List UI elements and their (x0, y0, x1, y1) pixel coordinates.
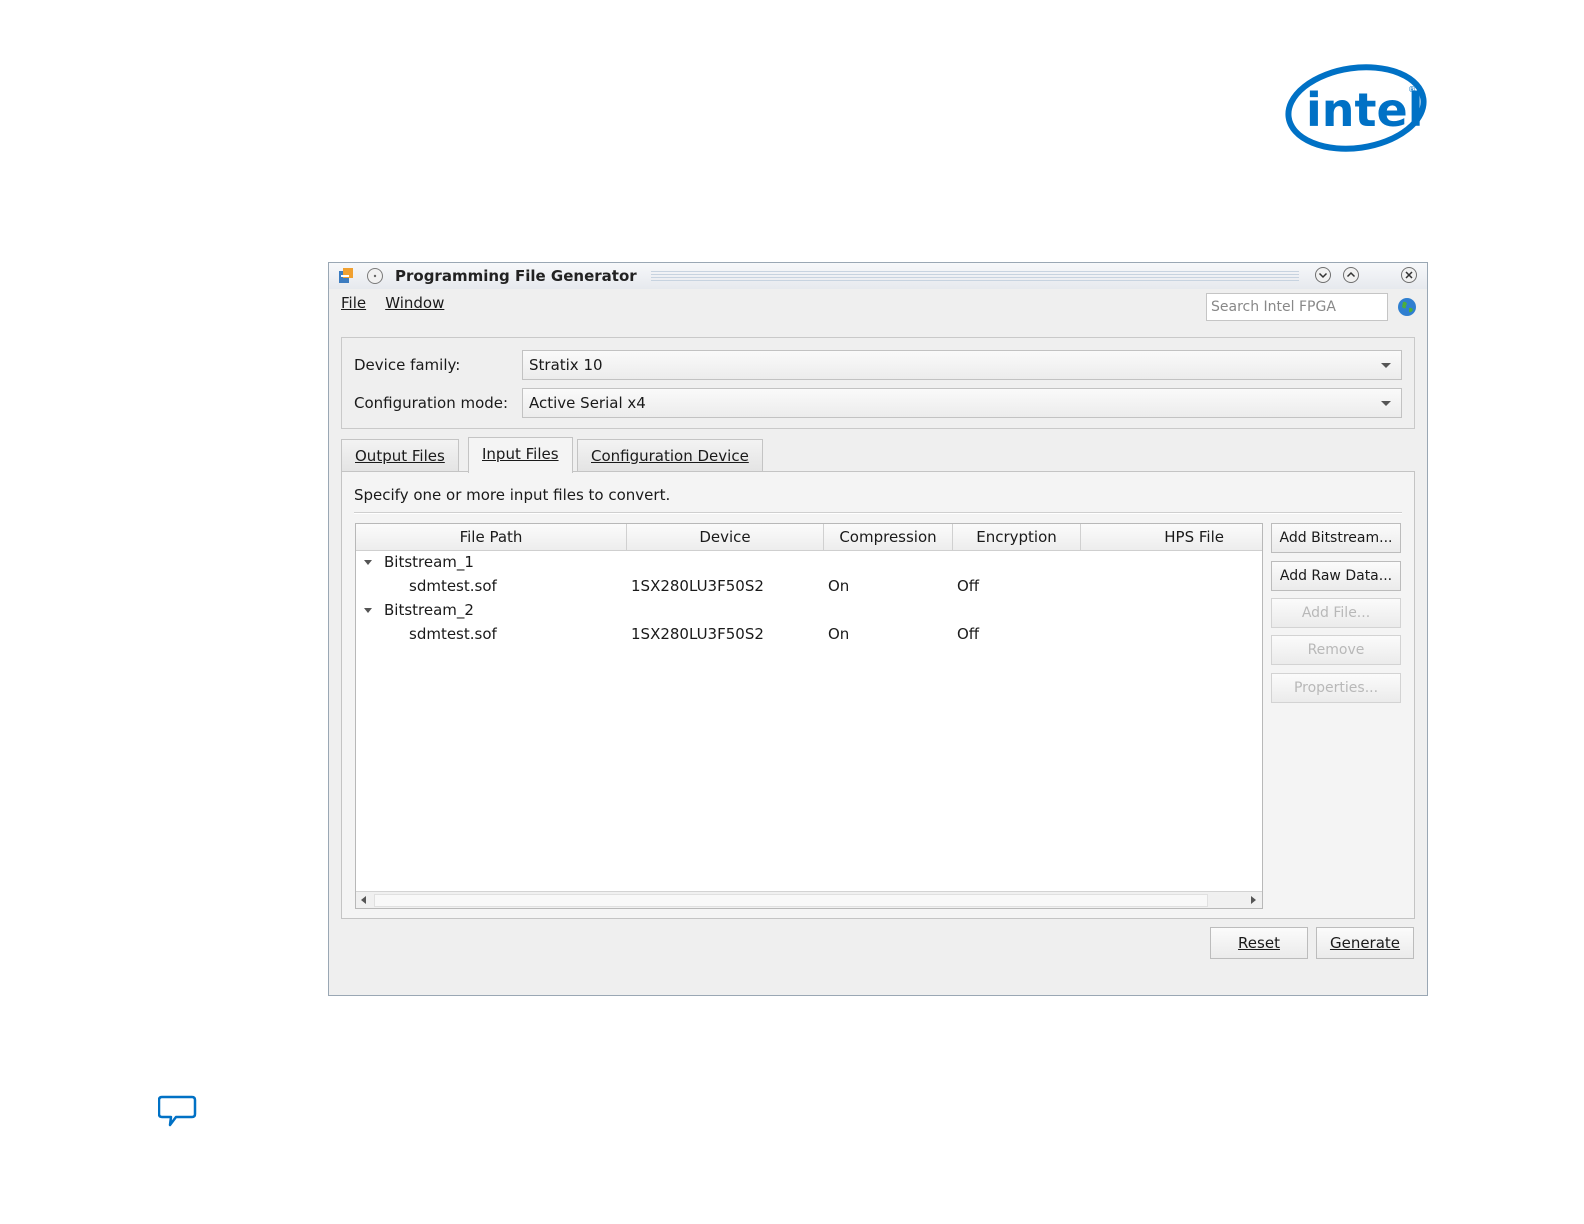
tree-row-file[interactable]: sdmtest.sof 1SX280LU3F50S2 On Off (356, 623, 1262, 647)
reset-button-label: Reset (1238, 934, 1280, 952)
add-file-button[interactable]: Add File... (1271, 598, 1401, 628)
minimize-icon[interactable] (1314, 266, 1332, 284)
svg-text:®: ® (1408, 85, 1416, 94)
device-family-select[interactable]: Stratix 10 (522, 350, 1402, 380)
generate-button[interactable]: Generate (1316, 927, 1414, 959)
device-family-value: Stratix 10 (529, 356, 603, 374)
close-icon[interactable] (1400, 266, 1418, 284)
tree-row-file[interactable]: sdmtest.sof 1SX280LU3F50S2 On Off (356, 575, 1262, 599)
tab-configuration-device[interactable]: Configuration Device (577, 439, 763, 471)
compression-cell: On (828, 625, 850, 643)
configuration-mode-select[interactable]: Active Serial x4 (522, 388, 1402, 418)
properties-button[interactable]: Properties... (1271, 673, 1401, 703)
group-label: Bitstream_2 (384, 601, 474, 619)
device-family-label: Device family: (354, 356, 461, 374)
app-icon[interactable] (337, 267, 355, 285)
device-cell: 1SX280LU3F50S2 (631, 625, 764, 643)
chevron-down-icon (1381, 401, 1391, 406)
encryption-cell: Off (957, 625, 980, 643)
feedback-icon[interactable] (158, 1094, 198, 1130)
tab-output-files[interactable]: Output Files (341, 439, 459, 471)
title-bar[interactable]: Programming File Generator (329, 263, 1427, 289)
tab-label: Configuration Device (591, 447, 749, 465)
menu-bar: File Window (341, 293, 458, 315)
search-input[interactable] (1206, 293, 1388, 321)
file-path-cell: sdmtest.sof (409, 577, 497, 595)
scroll-left-icon[interactable] (361, 896, 366, 904)
menu-file[interactable]: File (341, 294, 366, 312)
tree-row-bitstream-1[interactable]: Bitstream_1 (356, 551, 1262, 575)
configuration-mode-value: Active Serial x4 (529, 394, 646, 412)
intel-logo: intel ® (1285, 64, 1427, 152)
instruction-text: Specify one or more input files to conve… (354, 486, 671, 504)
remove-button[interactable]: Remove (1271, 635, 1401, 665)
pin-icon[interactable] (366, 267, 384, 285)
tab-input-files[interactable]: Input Files (468, 437, 573, 473)
compression-cell: On (828, 577, 850, 595)
horizontal-scrollbar[interactable] (356, 891, 1262, 908)
maximize-icon[interactable] (1342, 266, 1360, 284)
reset-button[interactable]: Reset (1210, 927, 1308, 959)
add-raw-data-button[interactable]: Add Raw Data... (1271, 561, 1401, 591)
tab-label: Input Files (482, 445, 559, 463)
tab-label: Output Files (355, 447, 445, 465)
generate-button-label: Generate (1329, 934, 1401, 952)
divider (354, 512, 1402, 514)
title-bar-grip (651, 271, 1299, 281)
scrollbar-thumb[interactable] (374, 894, 1208, 907)
programming-file-generator-window: Programming File Generator File Window D… (328, 262, 1428, 996)
tree-header: File Path Device Compression Encryption … (356, 524, 1262, 551)
svg-text:intel: intel (1306, 83, 1423, 137)
column-header-encryption[interactable]: Encryption (953, 524, 1081, 550)
column-header-device[interactable]: Device (627, 524, 824, 550)
tree-row-bitstream-2[interactable]: Bitstream_2 (356, 599, 1262, 623)
globe-icon[interactable] (1397, 297, 1417, 317)
window-title: Programming File Generator (395, 267, 637, 285)
menu-window[interactable]: Window (385, 294, 444, 312)
chevron-down-icon (1381, 363, 1391, 368)
scroll-right-icon[interactable] (1251, 896, 1256, 904)
device-settings-group: Device family: Stratix 10 Configuration … (341, 337, 1415, 429)
input-files-panel: Specify one or more input files to conve… (341, 471, 1415, 919)
column-header-compression[interactable]: Compression (824, 524, 953, 550)
expand-arrow-icon[interactable] (364, 560, 372, 565)
add-bitstream-button[interactable]: Add Bitstream... (1271, 523, 1401, 553)
expand-arrow-icon[interactable] (364, 608, 372, 613)
device-cell: 1SX280LU3F50S2 (631, 577, 764, 595)
encryption-cell: Off (957, 577, 980, 595)
group-label: Bitstream_1 (384, 553, 474, 571)
file-path-cell: sdmtest.sof (409, 625, 497, 643)
configuration-mode-label: Configuration mode: (354, 394, 509, 412)
column-header-hps-file[interactable]: HPS File (1081, 524, 1262, 550)
column-header-file-path[interactable]: File Path (356, 524, 627, 550)
input-files-tree[interactable]: File Path Device Compression Encryption … (355, 523, 1263, 909)
